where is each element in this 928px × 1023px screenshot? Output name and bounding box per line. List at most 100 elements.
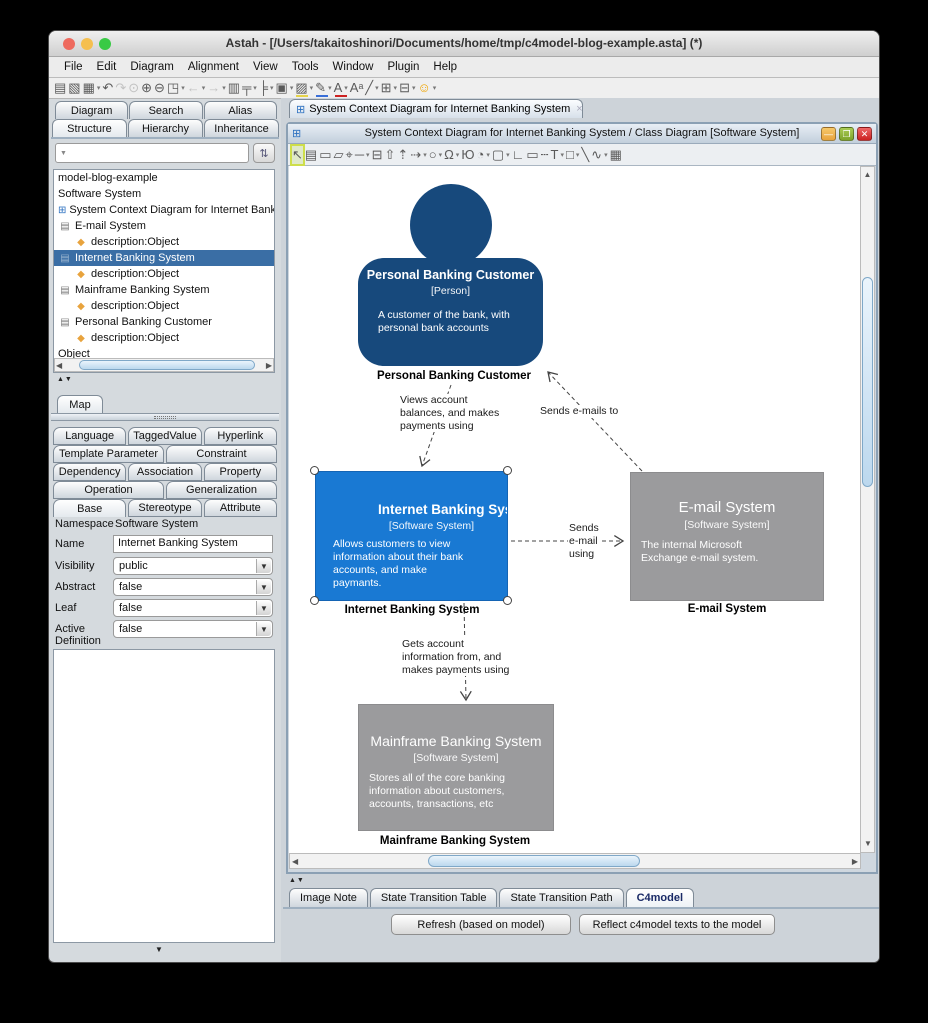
- close-icon[interactable]: ×: [576, 103, 582, 115]
- font-size-icon[interactable]: Aᵃ: [350, 79, 364, 97]
- chevron-down-icon[interactable]: ▾: [97, 84, 101, 92]
- selection-handle[interactable]: [503, 466, 512, 475]
- scroll-right-icon[interactable]: ▶: [266, 360, 272, 372]
- tree-item-description-object[interactable]: ◆description:Object: [54, 330, 274, 346]
- diagram-list-icon[interactable]: ▥: [228, 79, 240, 97]
- tab-map[interactable]: Map: [57, 395, 103, 413]
- forward-icon[interactable]: →▾: [207, 79, 226, 97]
- tab-structure[interactable]: Structure: [52, 119, 127, 137]
- menu-edit[interactable]: Edit: [90, 61, 124, 73]
- node-personal-banking-customer[interactable]: Personal Banking Customer [Person] A cus…: [358, 258, 543, 366]
- pin-tool-icon[interactable]: ⌖: [346, 146, 353, 164]
- new-file-icon[interactable]: ▤: [54, 79, 66, 97]
- chevron-down-icon[interactable]: ▼: [256, 580, 271, 594]
- usecase-tool-icon[interactable]: ◔▾: [476, 146, 489, 164]
- chevron-down-icon[interactable]: ▾: [375, 84, 379, 92]
- tab-constraint[interactable]: Constraint: [166, 445, 277, 463]
- small-circle-tool-icon[interactable]: ○▾: [429, 146, 442, 164]
- rounded-rect-tool-icon[interactable]: ▢▾: [492, 146, 510, 164]
- tab-state-transition-path[interactable]: State Transition Path: [499, 888, 623, 907]
- interface-tool-icon[interactable]: Ω▾: [444, 146, 459, 164]
- chevron-down-icon[interactable]: ▾: [202, 84, 206, 92]
- tab-image-note[interactable]: Image Note: [289, 888, 368, 907]
- chevron-down-icon[interactable]: ▼: [256, 601, 271, 615]
- chevron-down-icon[interactable]: ▾: [456, 151, 460, 159]
- diagonal-line-tool-icon[interactable]: ╲: [581, 146, 589, 164]
- menu-plugin[interactable]: Plugin: [380, 61, 426, 73]
- edge-label-sends-email-using[interactable]: Sends e-mail using: [568, 522, 600, 560]
- scroll-down-icon[interactable]: ▼: [864, 838, 872, 850]
- tab-template-parameter[interactable]: Template Parameter: [53, 445, 164, 463]
- pointer-tool-icon[interactable]: ↖: [292, 146, 303, 164]
- tab-taggedvalue[interactable]: TaggedValue: [128, 427, 201, 445]
- line-color-icon[interactable]: ✎▾: [315, 79, 331, 97]
- chevron-down-icon[interactable]: ▾: [290, 84, 294, 92]
- selection-handle[interactable]: [310, 466, 319, 475]
- abstract-select[interactable]: false▼: [113, 578, 273, 596]
- map-splitter-bar[interactable]: [51, 413, 279, 421]
- menu-tools[interactable]: Tools: [285, 61, 326, 73]
- tree-item-description-object[interactable]: ◆description:Object: [54, 234, 274, 250]
- tree-filter-input[interactable]: ▼: [55, 143, 249, 163]
- restore-button[interactable]: ❐: [839, 127, 854, 141]
- realization-tool-icon[interactable]: ⇡: [397, 146, 408, 164]
- chevron-down-icon[interactable]: ▾: [604, 151, 608, 159]
- tab-inheritance[interactable]: Inheritance: [204, 119, 279, 137]
- tree-item-model-blog-example[interactable]: model-blog-example: [54, 170, 274, 186]
- tab-c4model[interactable]: C4model: [626, 888, 694, 907]
- angle-line-tool-icon[interactable]: ∟: [512, 146, 525, 164]
- chevron-down-icon[interactable]: ▾: [222, 84, 226, 92]
- hierarchy-icon[interactable]: ⊞▾: [381, 79, 397, 97]
- emoticon-icon[interactable]: ☺▾: [417, 79, 436, 97]
- refresh-button[interactable]: Refresh (based on model): [391, 914, 571, 935]
- line-tool-icon[interactable]: ─▾: [355, 146, 370, 164]
- generalization-tool-icon[interactable]: ⇧: [384, 146, 395, 164]
- horizontal-scrollbar-thumb[interactable]: [428, 855, 640, 867]
- fill-color-icon[interactable]: ▨▾: [295, 79, 313, 97]
- node-internet-banking-system[interactable]: Internet Banking System [Software System…: [315, 471, 508, 601]
- chevron-down-icon[interactable]: ▾: [439, 151, 443, 159]
- tab-hyperlink[interactable]: Hyperlink: [204, 427, 277, 445]
- tab-language[interactable]: Language: [53, 427, 126, 445]
- minimize-button[interactable]: —: [821, 127, 836, 141]
- menu-help[interactable]: Help: [426, 61, 464, 73]
- tree-splitter-arrows[interactable]: ▲▼: [57, 376, 73, 383]
- tab-base[interactable]: Base: [53, 499, 126, 517]
- tab-dependency[interactable]: Dependency: [53, 463, 126, 481]
- chevron-down-icon[interactable]: ▾: [423, 151, 427, 159]
- sort-button[interactable]: ⇅: [253, 143, 275, 163]
- text-tool-icon[interactable]: T▾: [551, 146, 564, 164]
- chevron-down-icon[interactable]: ▼: [256, 559, 271, 573]
- tab-search[interactable]: Search: [129, 101, 202, 119]
- tab-hierarchy[interactable]: Hierarchy: [128, 119, 203, 137]
- edge-label-views-account[interactable]: Views account balances, and makes paymen…: [399, 394, 500, 432]
- tab-attribute[interactable]: Attribute: [204, 499, 277, 517]
- tab-operation[interactable]: Operation: [53, 481, 164, 499]
- left-panel-collapse-arrow[interactable]: ▼: [155, 945, 163, 954]
- leaf-select[interactable]: false▼: [113, 599, 273, 617]
- package-tool-icon[interactable]: ▭: [319, 146, 331, 164]
- diagram-canvas[interactable]: Personal Banking Customer [Person] A cus…: [289, 166, 861, 853]
- tree-item-e-mail-system[interactable]: ▤E-mail System: [54, 218, 274, 234]
- rect-tool-icon[interactable]: □▾: [566, 146, 579, 164]
- tab-state-transition-table[interactable]: State Transition Table: [370, 888, 498, 907]
- stack-icon[interactable]: ▣▾: [276, 79, 294, 97]
- canvas-horizontal-scrollbar[interactable]: ◀ ▶: [289, 853, 861, 869]
- window-titlebar[interactable]: Astah - [/Users/takaitoshinori/Documents…: [49, 31, 879, 57]
- subsystem-tool-icon[interactable]: ▱: [334, 146, 344, 164]
- tree-item-description-object[interactable]: ◆description:Object: [54, 298, 274, 314]
- canvas-vertical-scrollbar[interactable]: ▲ ▼: [860, 166, 875, 853]
- chevron-down-icon[interactable]: ▾: [486, 151, 490, 159]
- definition-textarea[interactable]: [53, 649, 275, 943]
- connector-icon[interactable]: ╱▾: [365, 79, 378, 97]
- chevron-down-icon[interactable]: ▾: [253, 84, 257, 92]
- tree-item-mainframe-banking-system[interactable]: ▤Mainframe Banking System: [54, 282, 274, 298]
- menu-diagram[interactable]: Diagram: [123, 61, 180, 73]
- person-head[interactable]: [410, 184, 492, 266]
- zoom-tool-icon[interactable]: ⊙: [128, 79, 139, 97]
- scroll-right-icon[interactable]: ▶: [852, 856, 858, 868]
- close-button[interactable]: ✕: [857, 127, 872, 141]
- chevron-down-icon[interactable]: ▾: [506, 151, 510, 159]
- chevron-down-icon[interactable]: ▾: [181, 84, 185, 92]
- curve-tool-icon[interactable]: ∿▾: [591, 146, 607, 164]
